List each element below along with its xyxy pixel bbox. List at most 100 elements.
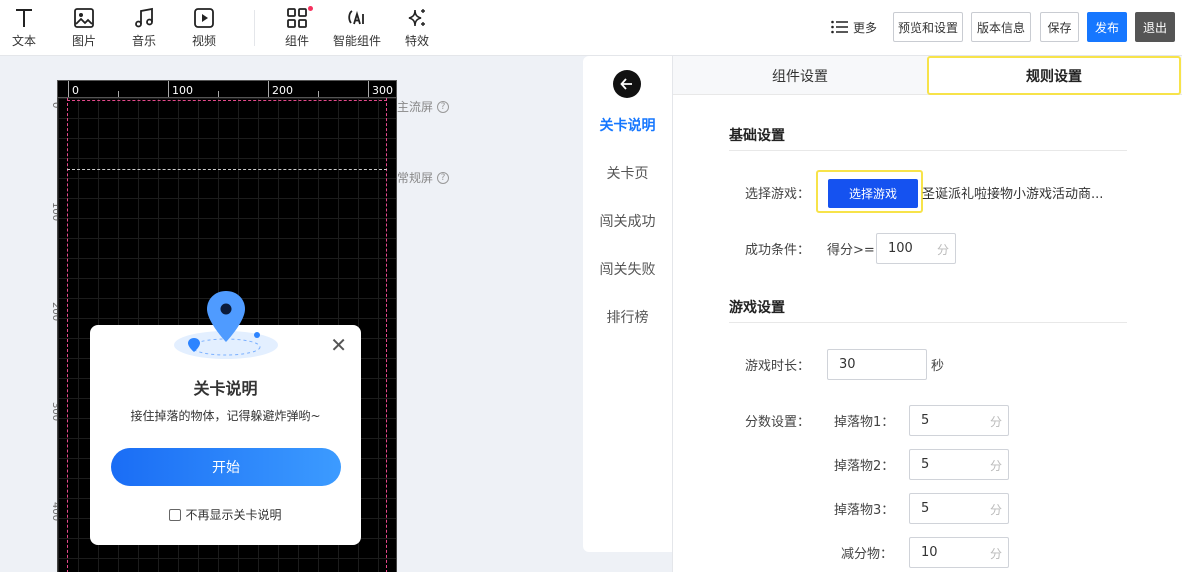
drop-item-2-input[interactable]: 5 分 xyxy=(909,449,1009,480)
text-tool-button[interactable]: 文本 xyxy=(0,4,52,52)
select-game-label: 选择游戏： xyxy=(745,187,811,202)
unit-label: 分 xyxy=(936,243,949,257)
penalty-item-value: 10 xyxy=(921,545,938,560)
success-score-input[interactable]: 100 分 xyxy=(876,233,956,264)
ruler-tick xyxy=(368,81,369,97)
score-settings-label: 分数设置： xyxy=(745,415,811,430)
effects-tool-button[interactable]: 特效 xyxy=(389,4,445,52)
version-info-button[interactable]: 版本信息 xyxy=(971,12,1031,42)
notification-dot xyxy=(308,6,313,11)
unit-label: 分 xyxy=(989,415,1002,429)
unit-label: 分 xyxy=(989,459,1002,473)
main-screen-label: 主流屏 ? xyxy=(397,98,450,115)
help-icon[interactable]: ? xyxy=(437,171,450,184)
exit-button[interactable]: 退出 xyxy=(1135,12,1175,42)
select-game-button[interactable]: 选择游戏 xyxy=(828,179,918,208)
ai-components-tool-button[interactable]: 智能组件 xyxy=(329,4,385,52)
main-screen-text: 主流屏 xyxy=(397,100,434,114)
game-settings-title: 游戏设置 xyxy=(729,300,785,316)
tool-label: 音乐 xyxy=(131,34,156,48)
tab-component-settings[interactable]: 组件设置 xyxy=(673,56,927,95)
components-tool-button[interactable]: 组件 xyxy=(269,4,325,52)
nav-item-success[interactable]: 闯关成功 xyxy=(583,211,672,231)
duration-value: 30 xyxy=(839,357,856,372)
more-label: 更多 xyxy=(853,20,878,35)
success-condition-prefix: 得分>= xyxy=(827,243,875,258)
ruler-tick xyxy=(118,91,119,97)
drop-item-2-label: 掉落物2： xyxy=(834,459,895,474)
image-icon xyxy=(74,8,94,28)
drop-item-1-label: 掉落物1： xyxy=(834,415,895,430)
video-icon xyxy=(194,8,214,28)
success-condition-label: 成功条件： xyxy=(745,243,811,258)
sparkle-icon xyxy=(408,9,425,27)
normal-screen-label: 常规屏 ? xyxy=(397,169,450,186)
tool-label: 组件 xyxy=(284,34,309,48)
components-icon xyxy=(287,8,307,28)
level-description-popup: ✕ 关卡说明 接住掉落的物体，记得躲避炸弹哟~ 开始 不再显示关卡说明 xyxy=(90,291,361,545)
tool-label: 视频 xyxy=(191,34,216,48)
settings-panel: 组件设置 规则设置 基础设置 选择游戏： 选择游戏 圣诞派礼啦接物小游戏活动商.… xyxy=(672,56,1182,572)
tool-label: 文本 xyxy=(11,34,36,48)
list-icon xyxy=(831,20,848,34)
top-toolbar: 文本 图片 音乐 视频 组件 智能组件 特效 更多 预览和设置 版本信息 保存 … xyxy=(0,0,1182,56)
back-button[interactable] xyxy=(613,70,641,98)
drop-item-1-value: 5 xyxy=(921,413,930,428)
safe-area-guide xyxy=(67,100,387,101)
ruler-tick xyxy=(318,91,319,97)
location-pin-icon xyxy=(174,291,278,359)
close-icon[interactable]: ✕ xyxy=(330,333,347,357)
drop-item-1-input[interactable]: 5 分 xyxy=(909,405,1009,436)
dont-show-checkbox[interactable] xyxy=(169,508,182,521)
duration-unit: 秒 xyxy=(931,359,945,374)
ruler-tick xyxy=(268,81,269,97)
unit-label: 分 xyxy=(989,547,1002,561)
dont-show-option: 不再显示关卡说明 xyxy=(90,506,361,523)
help-icon[interactable]: ? xyxy=(437,100,450,113)
ruler-tick-label: 100 xyxy=(172,84,193,97)
publish-button[interactable]: 发布 xyxy=(1087,12,1127,42)
video-tool-button[interactable]: 视频 xyxy=(176,4,232,52)
ai-icon xyxy=(348,10,364,25)
unit-label: 分 xyxy=(989,503,1002,517)
selected-game-name: 圣诞派礼啦接物小游戏活动商... xyxy=(922,187,1104,202)
ruler-tick xyxy=(218,91,219,97)
image-tool-button[interactable]: 图片 xyxy=(56,4,112,52)
ruler-tick xyxy=(68,81,69,97)
basic-settings-title: 基础设置 xyxy=(729,128,785,144)
tab-rule-settings[interactable]: 规则设置 xyxy=(927,56,1181,95)
duration-label: 游戏时长： xyxy=(745,359,811,374)
canvas-area: 0 100 200 300 0 100 200 300 400 主流屏 ? 常规… xyxy=(0,56,583,572)
text-icon xyxy=(16,9,32,27)
popup-description: 接住掉落的物体，记得躲避炸弹哟~ xyxy=(130,409,321,423)
music-icon xyxy=(135,7,153,28)
normal-screen-guide xyxy=(67,169,387,170)
ruler-tick xyxy=(168,81,169,97)
nav-item-level-page[interactable]: 关卡页 xyxy=(583,163,672,183)
preview-settings-button[interactable]: 预览和设置 xyxy=(893,12,963,42)
tool-label: 图片 xyxy=(71,34,96,48)
music-tool-button[interactable]: 音乐 xyxy=(116,4,172,52)
drop-item-3-value: 5 xyxy=(921,501,930,516)
nav-item-leaderboard[interactable]: 排行榜 xyxy=(583,307,672,327)
start-button[interactable]: 开始 xyxy=(111,448,341,486)
ruler-tick-label: 300 xyxy=(372,84,393,97)
popup-title: 关卡说明 xyxy=(193,379,258,398)
drop-item-2-value: 5 xyxy=(921,457,930,472)
normal-screen-text: 常规屏 xyxy=(397,171,434,185)
dont-show-label: 不再显示关卡说明 xyxy=(185,508,282,522)
section-divider xyxy=(729,322,1127,323)
page-nav: 关卡说明 关卡页 闯关成功 闯关失败 排行榜 xyxy=(583,56,672,552)
penalty-item-label: 减分物： xyxy=(841,547,894,562)
penalty-item-input[interactable]: 10 分 xyxy=(909,537,1009,568)
nav-item-level-description[interactable]: 关卡说明 xyxy=(583,115,672,135)
drop-item-3-input[interactable]: 5 分 xyxy=(909,493,1009,524)
tool-label: 特效 xyxy=(404,34,429,48)
settings-tabs: 组件设置 规则设置 xyxy=(673,56,1182,95)
success-score-value: 100 xyxy=(888,241,913,256)
duration-input[interactable]: 30 xyxy=(827,349,927,380)
save-button[interactable]: 保存 xyxy=(1040,12,1079,42)
select-game-highlight: 选择游戏 xyxy=(816,170,923,213)
nav-item-failure[interactable]: 闯关失败 xyxy=(583,259,672,279)
more-button[interactable]: 更多 xyxy=(831,15,877,39)
